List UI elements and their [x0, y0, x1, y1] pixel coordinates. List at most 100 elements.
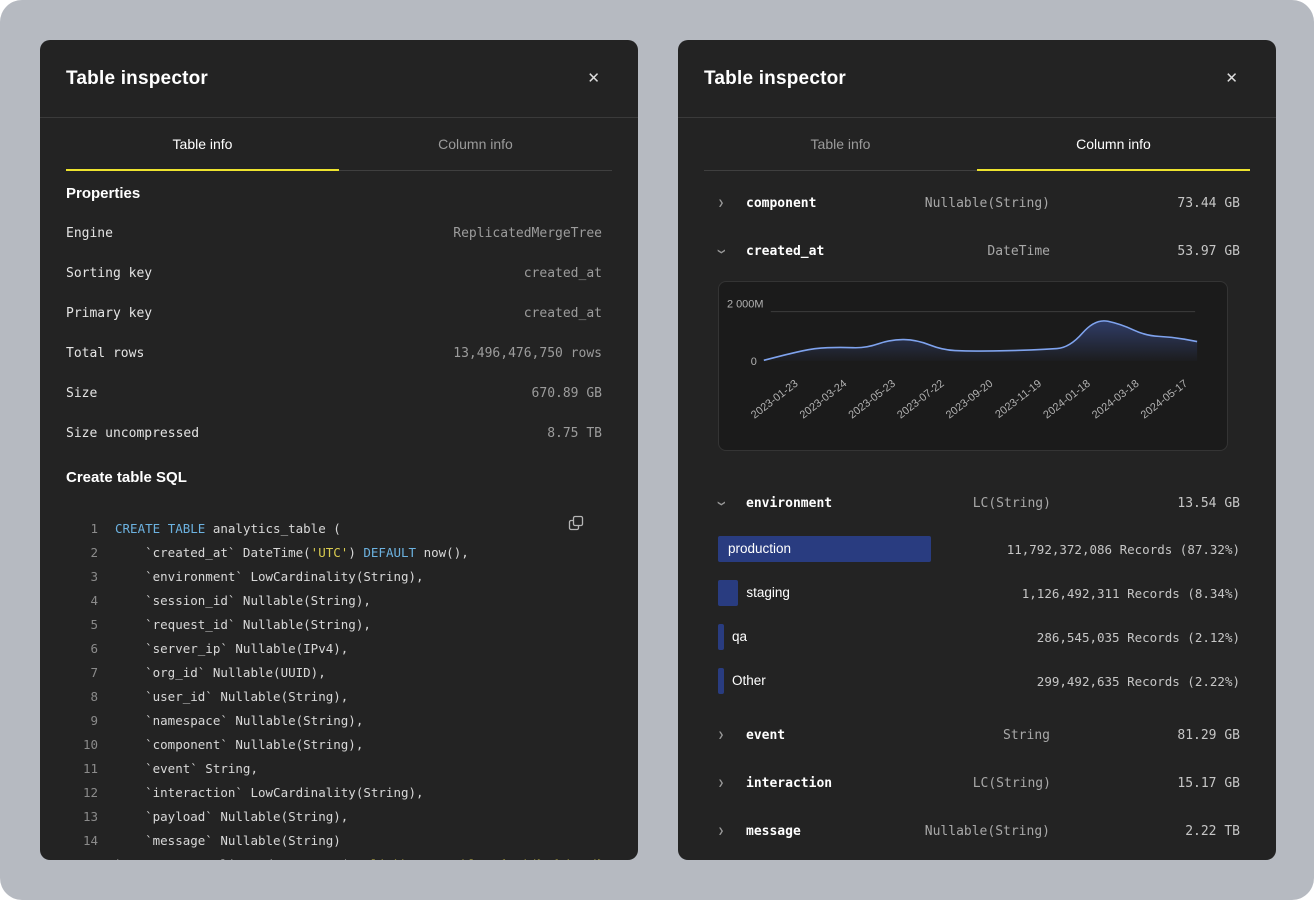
env-value-records: 1,126,492,311 Records (8.34%) [1022, 586, 1240, 601]
env-value-row: Other 299,492,635 Records (2.22%) [678, 659, 1276, 703]
sql-code-line: 13 `payload` Nullable(String), [40, 805, 638, 829]
panel-title: Table inspector [704, 68, 846, 90]
copy-sql-button[interactable] [564, 511, 588, 538]
property-value: 670.89 GB [532, 386, 602, 401]
created-at-distribution-chart: 2 000M02023-01-232023-03-242023-05-23202… [718, 281, 1228, 451]
column-row-environment[interactable]: ❯ environment LC(String) 13.54 GB [678, 479, 1276, 527]
panel-title: Table inspector [66, 68, 208, 90]
sql-code-line: 2 `created_at` DateTime('UTC') DEFAULT n… [40, 541, 638, 565]
chevron-down-icon[interactable]: ❯ [718, 246, 746, 257]
chevron-right-icon[interactable]: ❯ [718, 778, 746, 789]
column-type: LC(String) [832, 776, 1051, 791]
sql-code-line: 8 `user_id` Nullable(String), [40, 685, 638, 709]
env-value-label: staging [746, 580, 790, 606]
chevron-down-icon[interactable]: ❯ [718, 498, 746, 509]
tab-column-info[interactable]: Column info [977, 118, 1250, 171]
sql-code-line: 1CREATE TABLE analytics_table ( [40, 517, 638, 541]
column-name: message [746, 824, 830, 839]
env-value-row: staging 1,126,492,311 Records (8.34%) [678, 571, 1276, 615]
svg-text:2023-01-23: 2023-01-23 [749, 378, 801, 422]
column-row-component[interactable]: ❯ component Nullable(String) 73.44 GB [678, 179, 1276, 227]
copy-icon [568, 515, 584, 531]
column-size: 81.29 GB [1050, 728, 1240, 743]
column-row-event[interactable]: ❯ event String 81.29 GB [678, 711, 1276, 759]
panel-header: Table inspector ✕ [40, 40, 638, 118]
sql-code-line: 11 `event` String, [40, 757, 638, 781]
column-type: Nullable(String) [830, 196, 1050, 211]
sql-code-line: 10 `component` Nullable(String), [40, 733, 638, 757]
panel-header: Table inspector ✕ [678, 40, 1276, 118]
sql-code-line: 9 `namespace` Nullable(String), [40, 709, 638, 733]
properties-heading: Properties [66, 185, 612, 203]
property-label: Engine [66, 226, 113, 241]
env-value-records: 299,492,635 Records (2.22%) [1037, 674, 1240, 689]
svg-text:2023-03-24: 2023-03-24 [798, 378, 850, 422]
column-size: 53.97 GB [1050, 244, 1240, 259]
column-name: created_at [746, 244, 830, 259]
column-type: DateTime [830, 244, 1050, 259]
sql-code-line: 6 `server_ip` Nullable(IPv4), [40, 637, 638, 661]
property-row: Size 670.89 GB [40, 373, 638, 413]
tab-bar: Table info Column info [66, 118, 612, 171]
property-value: created_at [524, 266, 602, 281]
sql-code-line: 14 `message` Nullable(String) [40, 829, 638, 853]
tab-column-info[interactable]: Column info [339, 118, 612, 171]
svg-text:2023-05-23: 2023-05-23 [846, 378, 898, 422]
column-size: 13.54 GB [1051, 496, 1240, 511]
sql-code-line: 7 `org_id` Nullable(UUID), [40, 661, 638, 685]
svg-text:2023-11-19: 2023-11-19 [993, 378, 1044, 421]
property-value: ReplicatedMergeTree [453, 226, 602, 241]
chevron-right-icon[interactable]: ❯ [718, 198, 746, 209]
svg-text:2024-05-17: 2024-05-17 [1139, 378, 1191, 422]
column-name: interaction [746, 776, 832, 791]
svg-text:2023-09-20: 2023-09-20 [944, 378, 996, 422]
property-label: Size uncompressed [66, 426, 199, 441]
table-inspector-panel-left: Table inspector ✕ Table info Column info… [40, 40, 638, 860]
env-value-bar [718, 580, 738, 606]
chevron-right-icon[interactable]: ❯ [718, 826, 746, 837]
property-value: 8.75 TB [547, 426, 602, 441]
column-list: ❯ component Nullable(String) 73.44 GB ❯ … [678, 179, 1276, 855]
column-row-created-at[interactable]: ❯ created_at DateTime 53.97 GB [678, 227, 1276, 275]
env-value-label: production [728, 536, 791, 562]
sql-code-line: 15) ENGINE = ReplicatedMergeTree('/click… [40, 853, 638, 860]
column-size: 2.22 TB [1050, 824, 1240, 839]
close-icon: ✕ [587, 70, 600, 87]
created-at-chart-svg: 2 000M02023-01-232023-03-242023-05-23202… [719, 282, 1227, 450]
property-row: Engine ReplicatedMergeTree [40, 213, 638, 253]
env-value-bar [718, 624, 724, 650]
create-table-sql-heading: Create table SQL [66, 469, 612, 487]
svg-text:2 000M: 2 000M [727, 299, 764, 311]
column-row-interaction[interactable]: ❯ interaction LC(String) 15.17 GB [678, 759, 1276, 807]
column-name: component [746, 196, 830, 211]
sql-code-block: 1CREATE TABLE analytics_table (2 `create… [40, 517, 638, 860]
close-icon: ✕ [1225, 70, 1238, 87]
column-type: String [830, 728, 1050, 743]
property-value: 13,496,476,750 rows [453, 346, 602, 361]
close-button[interactable]: ✕ [1221, 67, 1242, 90]
env-value-row: production 11,792,372,086 Records (87.32… [678, 527, 1276, 571]
property-value: created_at [524, 306, 602, 321]
property-row: Sorting key created_at [40, 253, 638, 293]
property-row: Size uncompressed 8.75 TB [40, 413, 638, 453]
env-value-row: qa 286,545,035 Records (2.12%) [678, 615, 1276, 659]
environment-top-values: production 11,792,372,086 Records (87.32… [678, 527, 1276, 703]
chevron-right-icon[interactable]: ❯ [718, 730, 746, 741]
sql-lines: 1CREATE TABLE analytics_table (2 `create… [40, 517, 638, 860]
property-label: Total rows [66, 346, 144, 361]
properties-list: Engine ReplicatedMergeTree Sorting key c… [40, 213, 638, 453]
svg-text:2024-01-18: 2024-01-18 [1041, 378, 1093, 422]
sql-code-line: 4 `session_id` Nullable(String), [40, 589, 638, 613]
column-size: 73.44 GB [1050, 196, 1240, 211]
tab-table-info[interactable]: Table info [704, 118, 977, 171]
close-button[interactable]: ✕ [583, 67, 604, 90]
tab-table-info[interactable]: Table info [66, 118, 339, 171]
page-background: Table inspector ✕ Table info Column info… [0, 0, 1314, 900]
sql-code-line: 12 `interaction` LowCardinality(String), [40, 781, 638, 805]
table-inspector-panel-right: Table inspector ✕ Table info Column info… [678, 40, 1276, 860]
column-row-message[interactable]: ❯ message Nullable(String) 2.22 TB [678, 807, 1276, 855]
env-value-records: 286,545,035 Records (2.12%) [1037, 630, 1240, 645]
svg-text:2023-07-22: 2023-07-22 [895, 378, 947, 422]
tab-bar: Table info Column info [704, 118, 1250, 171]
column-name: environment [746, 496, 832, 511]
